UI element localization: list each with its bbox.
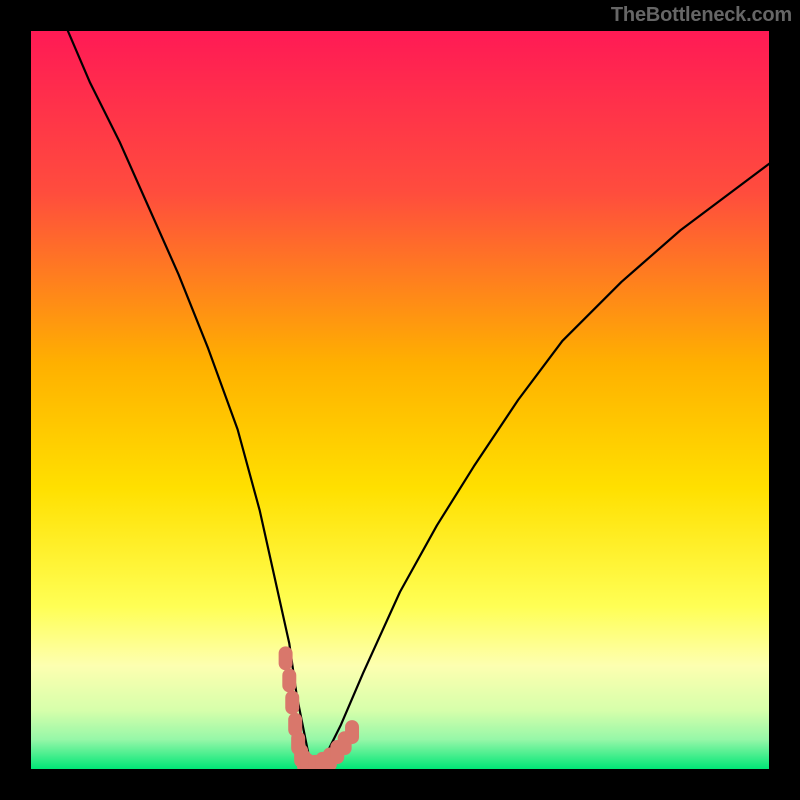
watermark-text: TheBottleneck.com [611, 4, 792, 27]
markers-layer [31, 31, 769, 769]
marker-highlight-bottom [345, 720, 359, 744]
highlight-markers [279, 646, 359, 769]
plot-area [30, 30, 770, 770]
marker-highlight-left [285, 691, 299, 715]
chart-frame: TheBottleneck.com [0, 0, 800, 800]
marker-highlight-left [282, 668, 296, 692]
marker-highlight-left [279, 646, 293, 670]
